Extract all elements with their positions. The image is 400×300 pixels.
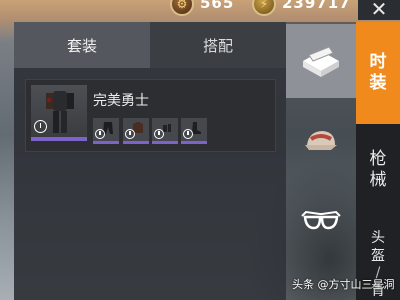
piece-slot[interactable] — [152, 118, 178, 144]
side-tab-label: 械 — [369, 170, 387, 190]
close-button[interactable]: ✕ — [358, 0, 400, 21]
outfit-crate-icon — [303, 46, 339, 77]
piece-slot[interactable] — [181, 118, 207, 144]
watermark: 头条 @方寸山三星洞 — [292, 278, 395, 291]
category-outfit[interactable] — [286, 24, 356, 98]
timer-icon — [125, 129, 135, 139]
tab-mix-match[interactable]: 搭配 — [150, 22, 286, 68]
bp-coin-amount: 565 — [200, 0, 235, 12]
side-tab-label: 时 — [369, 51, 387, 72]
uc-coin-amount: 239717 — [282, 0, 351, 12]
side-tab-label: 头 — [371, 230, 385, 246]
timer-icon — [34, 120, 47, 133]
currency-bar: ⚙ 565 ⚡ 239717 ✕ — [0, 0, 400, 22]
outfit-thumbnail[interactable] — [31, 85, 87, 141]
side-tab-label: 装 — [369, 73, 387, 93]
timer-icon — [183, 129, 193, 139]
item-name: 完美勇士 — [93, 93, 149, 109]
category-eyewear[interactable] — [286, 186, 356, 256]
side-tab-label: 盔 — [371, 247, 385, 264]
piece-slot[interactable] — [93, 118, 119, 144]
outfit-item-card[interactable]: 完美勇士 — [25, 79, 276, 152]
uc-coin-icon: ⚡ — [252, 0, 276, 16]
side-tab-weapons[interactable]: 枪 械 — [356, 130, 400, 210]
cap-icon — [305, 131, 337, 150]
bp-coin-icon: ⚙ — [170, 0, 194, 16]
category-headwear[interactable] — [286, 108, 356, 172]
timer-icon — [154, 129, 164, 139]
outfit-icon — [46, 91, 74, 133]
side-tab-label: 枪 — [369, 148, 387, 169]
tab-suits[interactable]: 套装 — [14, 22, 150, 68]
timer-icon — [95, 129, 105, 139]
piece-slot[interactable] — [123, 118, 149, 144]
side-tab-fashion[interactable]: 时 装 — [356, 22, 400, 124]
tab-bar: 套装 搭配 — [14, 22, 286, 68]
glasses-icon — [301, 210, 341, 230]
